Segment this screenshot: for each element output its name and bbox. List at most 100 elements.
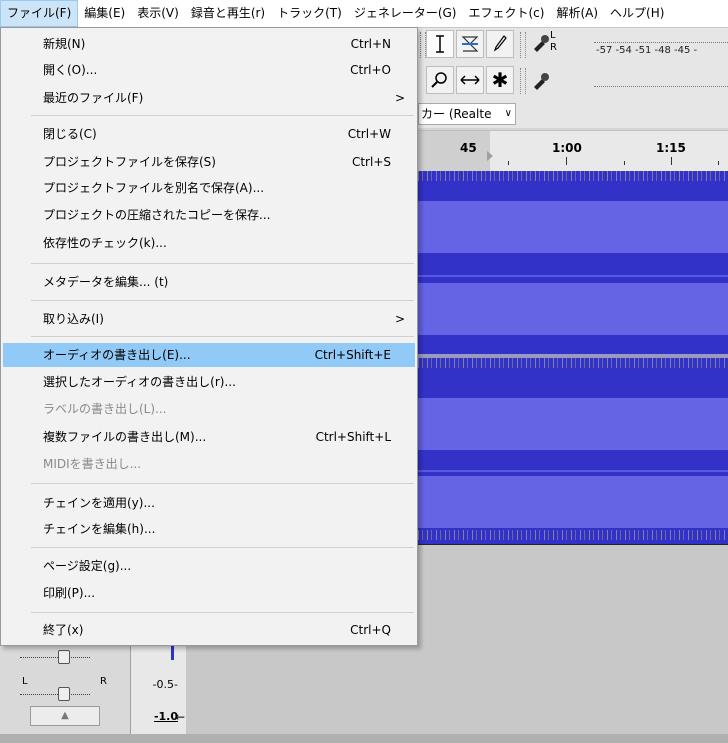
menu-item-label: メタデータを編集... (t) <box>43 275 169 289</box>
menu-item-exit[interactable]: 終了(x) Ctrl+Q <box>3 618 415 642</box>
menu-item-shortcut: Ctrl+S <box>351 155 391 169</box>
menu-item-edit-metadata[interactable]: メタデータを編集... (t) <box>3 270 415 294</box>
pan-slider-knob[interactable] <box>58 687 70 701</box>
zoom-tool-icon[interactable] <box>426 66 454 94</box>
timeline-played-region <box>418 131 490 171</box>
timeline-tick <box>671 157 672 165</box>
menu-item-save-project-as[interactable]: プロジェクトファイルを別名で保存(A)... <box>3 176 415 200</box>
output-device-select[interactable]: カー (Realte ∨ <box>418 103 516 125</box>
ruler-label: -0.5- <box>152 678 178 691</box>
menu-item-close[interactable]: 閉じる(C) Ctrl+W <box>3 122 415 146</box>
file-menu-dropdown: 新規(N) Ctrl+N 開く(O)... Ctrl+O 最近のファイル(F) … <box>0 27 418 646</box>
waveform-center <box>418 275 728 277</box>
select-tool-icon[interactable] <box>426 30 454 58</box>
chevron-right-icon: > <box>394 312 405 326</box>
menu-item-label: オーディオの書き出し(E)... <box>43 348 191 362</box>
menu-item-recent-files[interactable]: 最近のファイル(F) > <box>3 86 415 110</box>
menu-item-print[interactable]: 印刷(P)... <box>3 581 415 605</box>
meter-grip[interactable] <box>520 32 526 58</box>
menu-item-save-compressed-copy[interactable]: プロジェクトの圧縮されたコピーを保存... <box>3 203 415 227</box>
menu-separator <box>31 300 414 301</box>
menu-item-open[interactable]: 開く(O)... Ctrl+O <box>3 58 415 82</box>
playback-meter-icon[interactable] <box>528 66 556 94</box>
menu-help[interactable]: ヘルプ(H) <box>604 0 670 27</box>
menu-item-label: 複数ファイルの書き出し(M)... <box>43 430 207 444</box>
menu-item-label: 閉じる(C) <box>43 127 97 141</box>
timeline-tick <box>718 161 719 165</box>
menu-view[interactable]: 表示(V) <box>131 0 185 27</box>
record-meter-bar[interactable] <box>594 42 728 44</box>
envelope-tool-icon[interactable] <box>456 30 484 58</box>
menu-item-export-midi: MIDIを書き出し... <box>3 452 415 476</box>
menu-item-label: 開く(O)... <box>43 63 98 77</box>
collapse-track-button[interactable]: ▲ <box>30 706 100 726</box>
menu-bar: ファイル(F) 編集(E) 表示(V) 録音と再生(r) トラック(T) ジェネ… <box>0 0 728 28</box>
timeline-label: 1:15 <box>656 141 686 155</box>
menu-item-label: 選択したオーディオの書き出し(r)... <box>43 375 236 389</box>
arrow-left-icon: ← <box>175 710 186 724</box>
menu-separator <box>31 612 414 613</box>
menu-item-shortcut: Ctrl+Shift+L <box>315 430 391 444</box>
play-head-arrow-icon <box>487 151 493 161</box>
menu-item-label: 取り込み(I) <box>43 312 104 326</box>
menu-item-label: プロジェクトファイルを別名で保存(A)... <box>43 181 265 195</box>
waveform-rms-band <box>418 201 728 253</box>
waveform-peaks <box>418 358 728 368</box>
timeline-label: 1:00 <box>552 141 582 155</box>
menu-item-label: 新規(N) <box>43 37 86 51</box>
timeline-label: 45 <box>460 141 477 155</box>
timeshift-tool-icon[interactable] <box>456 66 484 94</box>
menu-file[interactable]: ファイル(F) <box>0 0 79 27</box>
menu-item-new[interactable]: 新規(N) Ctrl+N <box>3 32 415 56</box>
menu-item-apply-chain[interactable]: チェインを適用(y)... <box>3 491 415 515</box>
menu-item-shortcut: Ctrl+W <box>347 127 391 141</box>
collapse-up-icon: ▲ <box>61 710 69 721</box>
meter-scale: -57 -54 -51 -48 -45 - <box>596 45 698 56</box>
menu-transport[interactable]: 録音と再生(r) <box>185 0 271 27</box>
toolbars-area: L R -57 -54 -51 -48 -45 - ✱ <box>418 28 728 100</box>
gain-slider-knob[interactable] <box>58 650 70 664</box>
gain-slider[interactable] <box>20 657 90 659</box>
menu-item-export-multiple[interactable]: 複数ファイルの書き出し(M)... Ctrl+Shift+L <box>3 425 415 449</box>
pan-left-label: L <box>22 676 28 687</box>
waveform-rms-band <box>418 398 728 450</box>
draw-tool-icon[interactable] <box>486 30 514 58</box>
menu-item-label: MIDIを書き出し... <box>43 457 142 471</box>
menu-item-save-project[interactable]: プロジェクトファイルを保存(S) Ctrl+S <box>3 150 415 174</box>
waveform-right-channel[interactable] <box>418 358 728 544</box>
timeline-ruler[interactable]: 45 1:00 1:15 <box>418 130 728 171</box>
menu-effect[interactable]: エフェクト(c) <box>463 0 551 27</box>
menu-item-label: 最近のファイル(F) <box>43 91 144 105</box>
playback-meter-bar[interactable] <box>594 86 728 88</box>
menu-item-shortcut: Ctrl+Shift+E <box>314 348 391 362</box>
menu-generate[interactable]: ジェネレーター(G) <box>348 0 463 27</box>
waveform-left-channel[interactable] <box>418 171 728 354</box>
pan-right-label: R <box>100 676 107 687</box>
output-device-label: カー (Realte <box>421 107 492 121</box>
menu-item-edit-chains[interactable]: チェインを編集(h)... <box>3 517 415 541</box>
menu-item-label: プロジェクトファイルを保存(S) <box>43 155 216 169</box>
menu-item-export-audio[interactable]: オーディオの書き出し(E)... Ctrl+Shift+E <box>3 343 415 367</box>
menu-item-shortcut: Ctrl+Q <box>350 623 391 637</box>
menu-item-page-setup[interactable]: ページ設定(g)... <box>3 554 415 578</box>
menu-analyze[interactable]: 解析(A) <box>550 0 604 27</box>
record-meter-right-label: R <box>550 42 557 53</box>
timeline-tick <box>508 161 509 165</box>
menu-item-label: ページ設定(g)... <box>43 559 132 573</box>
menu-separator <box>31 115 414 116</box>
menu-edit[interactable]: 編集(E) <box>78 0 131 27</box>
multi-tool-icon[interactable]: ✱ <box>486 66 514 94</box>
chevron-right-icon: > <box>394 91 405 105</box>
menu-item-import[interactable]: 取り込み(I) > <box>3 307 415 331</box>
menu-item-label: ラベルの書き出し(L)... <box>43 402 167 416</box>
vertical-ruler: -0.5- -1.0 ← <box>131 640 186 734</box>
menu-tracks[interactable]: トラック(T) <box>271 0 348 27</box>
pan-slider[interactable] <box>20 694 90 696</box>
menu-item-label: チェインを適用(y)... <box>43 496 155 510</box>
menu-item-check-dependencies[interactable]: 依存性のチェック(k)... <box>3 231 415 255</box>
menu-item-export-selected-audio[interactable]: 選択したオーディオの書き出し(r)... <box>3 370 415 394</box>
record-meter-left-label: L <box>550 30 556 41</box>
meter-grip-2[interactable] <box>520 68 526 94</box>
menu-separator <box>31 547 414 548</box>
waveform-peaks <box>418 171 728 181</box>
